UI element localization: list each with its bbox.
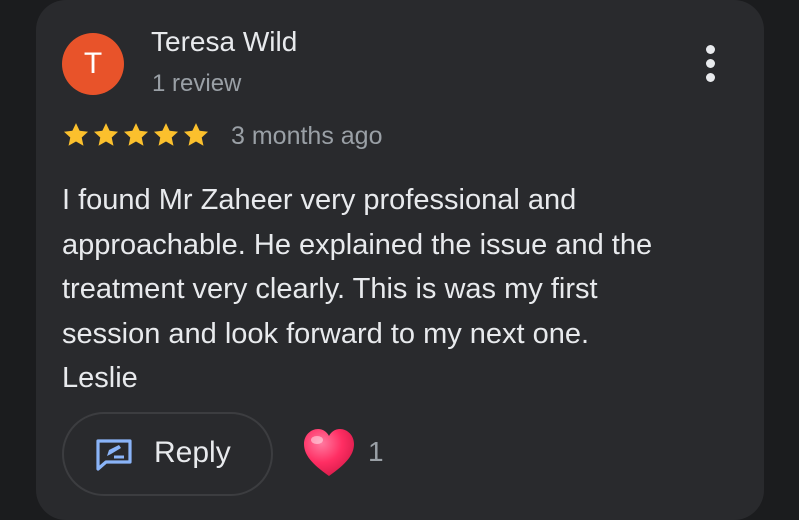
more-options-button[interactable] xyxy=(692,38,728,88)
reply-label: Reply xyxy=(154,436,231,469)
more-vertical-icon xyxy=(705,44,715,54)
review-text: I found Mr Zaheer very professional and … xyxy=(62,178,722,401)
star-icon xyxy=(93,123,119,146)
star-rating xyxy=(62,121,210,149)
more-vertical-icon xyxy=(705,72,715,82)
reply-edit-icon xyxy=(96,439,132,471)
reply-button[interactable]: Reply xyxy=(62,412,273,496)
review-text-line: approachable. He explained the issue and… xyxy=(62,228,653,261)
author-name[interactable]: Teresa Wild xyxy=(151,26,297,58)
star-icon xyxy=(63,123,89,146)
like-count: 1 xyxy=(368,436,384,467)
review-text-line: treatment very clearly. This is was my f… xyxy=(62,273,598,305)
avatar[interactable]: T xyxy=(62,33,124,95)
review-text-line: I found Mr Zaheer very professional and xyxy=(62,184,577,216)
author-review-count: 1 review xyxy=(152,70,242,97)
heart-icon[interactable] xyxy=(302,427,356,479)
star-icon xyxy=(183,123,209,146)
more-vertical-icon xyxy=(705,58,715,68)
star-icon xyxy=(123,123,149,146)
review-time: 3 months ago xyxy=(231,122,383,150)
star-icon xyxy=(153,123,179,146)
review-text-line: session and look forward to my next one. xyxy=(62,317,590,350)
review-text-line: Leslie xyxy=(62,362,138,394)
